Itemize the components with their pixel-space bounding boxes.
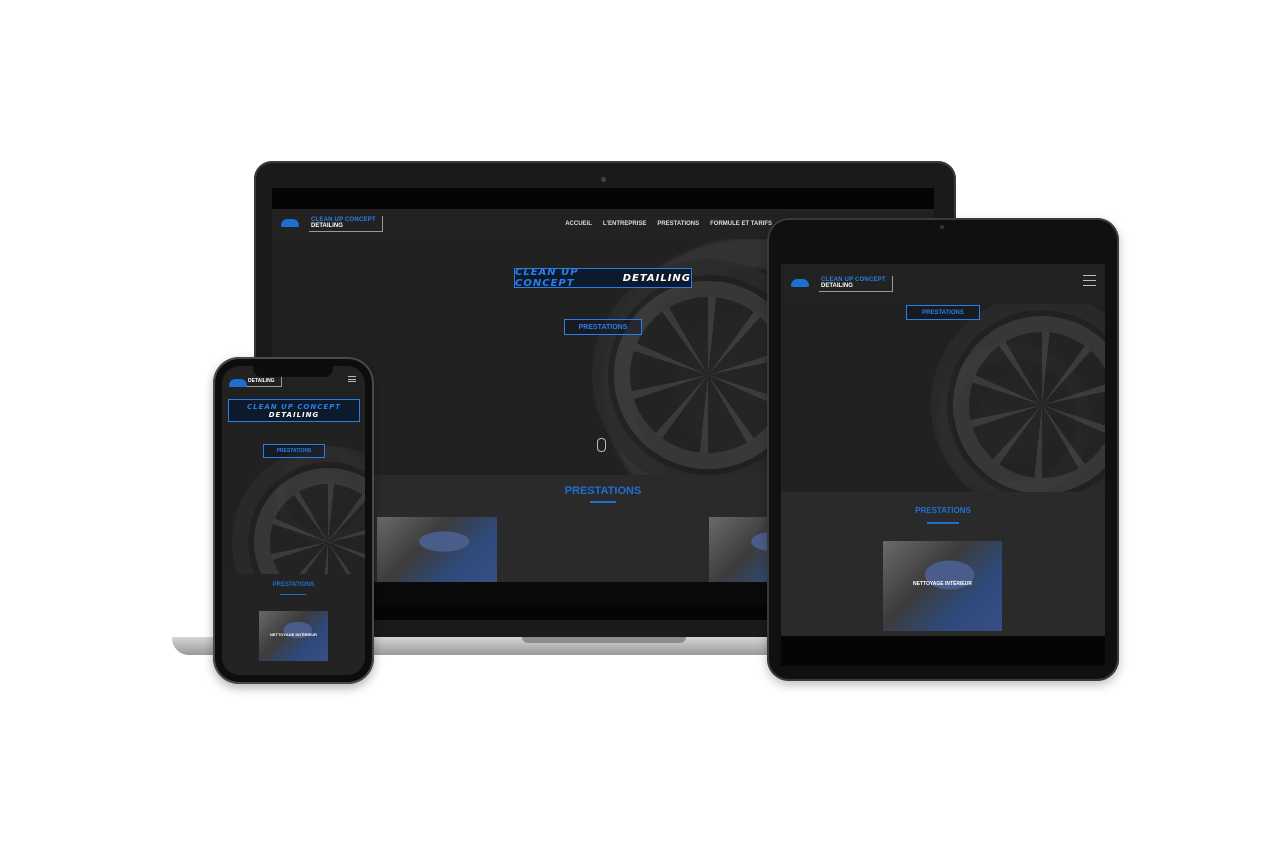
prestations-button[interactable]: PRESTATIONS: [906, 305, 980, 320]
service-card-1[interactable]: NETTOYAGE INTÉRIEUR: [259, 611, 328, 661]
laptop-notch: [522, 637, 686, 643]
brand-name-bottom: DETAILING: [311, 223, 343, 229]
service-card-label: NETTOYAGE INTÉRIEUR: [913, 581, 972, 587]
brand-name-bottom: DETAILING: [821, 283, 853, 289]
section-title: PRESTATIONS: [915, 506, 971, 515]
section-underline: [590, 501, 616, 503]
tablet-prestations-section: PRESTATIONS NETTOYAGE INTÉRIEUR: [781, 492, 1105, 636]
hero-overlay: [222, 366, 365, 574]
phone-hero: DETAILING CLEAN UP CONCEPT DETAILING PRE…: [222, 366, 365, 574]
brand-text-frame: DETAILING: [246, 377, 282, 387]
tablet-screen: CLEAN UP CONCEPT DETAILING PRESTATIONS P…: [781, 264, 1105, 666]
phone-notch: [253, 366, 333, 377]
service-card-1[interactable]: [377, 517, 497, 582]
laptop-nav: ACCUEIL L'ENTREPRISE PRESTATIONS FORMULE…: [554, 221, 772, 227]
hero-title-blue: CLEAN UP CONCEPT: [246, 402, 342, 411]
laptop-camera: [601, 177, 606, 182]
car-logo-icon: [789, 277, 813, 291]
laptop-logo[interactable]: CLEAN UP CONCEPT DETAILING: [279, 216, 383, 232]
car-logo-icon: [279, 217, 303, 231]
nav-item-accueil[interactable]: ACCUEIL: [565, 221, 592, 227]
tablet-logo[interactable]: CLEAN UP CONCEPT DETAILING: [789, 276, 893, 292]
tablet-hero: PRESTATIONS: [781, 304, 1105, 492]
service-card-1[interactable]: NETTOYAGE INTÉRIEUR: [883, 541, 1002, 631]
section-underline: [280, 594, 306, 595]
section-underline: [927, 522, 959, 524]
nav-item-entreprise[interactable]: L'ENTREPRISE: [603, 221, 646, 227]
scroll-mouse-icon[interactable]: [597, 438, 606, 452]
hero-title-white: DETAILING: [268, 410, 320, 419]
phone-logo[interactable]: DETAILING: [227, 377, 282, 387]
prestations-button[interactable]: PRESTATIONS: [263, 444, 325, 458]
hero-title: CLEAN UP CONCEPT DETAILING: [228, 399, 360, 422]
tablet-site-header: CLEAN UP CONCEPT DETAILING: [781, 264, 1105, 304]
nav-item-prestations[interactable]: PRESTATIONS: [657, 221, 699, 227]
hamburger-menu-icon[interactable]: [1083, 275, 1096, 286]
prestations-button[interactable]: PRESTATIONS: [564, 319, 642, 335]
hamburger-menu-icon[interactable]: [348, 376, 356, 382]
phone-prestations-section: PRESTATIONS NETTOYAGE INTÉRIEUR: [222, 574, 365, 675]
brand-text-frame: CLEAN UP CONCEPT DETAILING: [819, 276, 893, 292]
phone-screen: DETAILING CLEAN UP CONCEPT DETAILING PRE…: [222, 366, 365, 675]
car-logo-icon: [227, 377, 247, 387]
hero-title: CLEAN UP CONCEPT DETAILING: [514, 267, 692, 289]
service-card-label: NETTOYAGE INTÉRIEUR: [269, 632, 318, 637]
nav-item-formule-tarifs[interactable]: FORMULE ET TARIFS: [710, 221, 772, 227]
section-title: PRESTATIONS: [272, 582, 315, 588]
hero-overlay: [781, 304, 1105, 492]
hero-title-blue: CLEAN UP CONCEPT: [515, 267, 579, 289]
brand-name-bottom: DETAILING: [248, 378, 275, 384]
tablet-camera: [940, 225, 944, 229]
hero-title-white: DETAILING: [622, 272, 691, 284]
brand-text-frame: CLEAN UP CONCEPT DETAILING: [309, 216, 383, 232]
